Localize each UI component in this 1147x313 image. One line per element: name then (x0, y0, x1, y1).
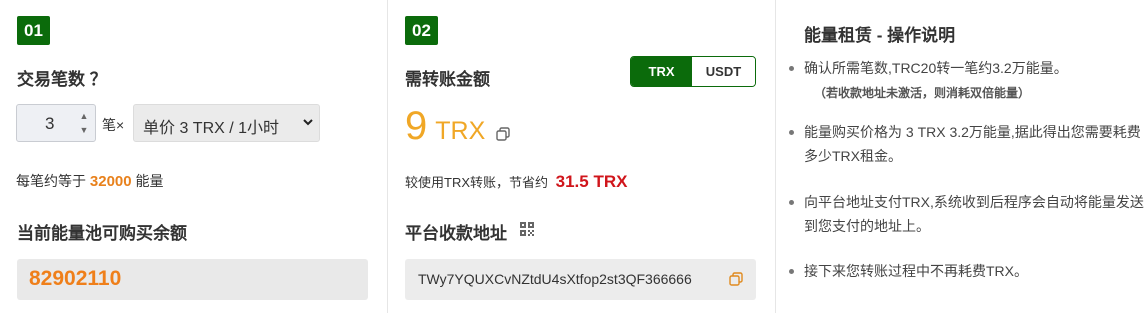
list-item-text: 能量购买价格为 3 TRX 3.2万能量,据此得出您需要耗费多少TRX租金。 (804, 124, 1141, 164)
dropdown-arrow-icon (303, 119, 313, 126)
pool-balance-value: 82902110 (29, 267, 122, 290)
energy-value: 32000 (89, 173, 132, 190)
toggle-usdt[interactable]: USDT (692, 57, 755, 86)
savings-prefix: 较使用TRX转账，节省约 (405, 175, 549, 190)
quantity-panel: 01 交易笔数 ？ 3 ▲ ▼ 笔× 单价 3 TRX / 1小时 每笔约等于 … (0, 0, 386, 313)
list-item: 能量购买价格为 3 TRX 3.2万能量,据此得出您需要耗费多少TRX租金。 (789, 120, 1144, 168)
spinner-down-icon[interactable]: ▼ (79, 124, 89, 136)
quantity-value: 3 (45, 114, 55, 133)
list-item-text: 向平台地址支付TRX,系统收到后程序会自动将能量发送到您支付的地址上。 (804, 194, 1144, 234)
bullet-icon (789, 200, 794, 205)
address-value: TWy7YQUXCvNZtdU4sXtfop2st3QF366666 (418, 271, 692, 287)
energy-note-prefix: 每笔约等于 (16, 173, 86, 189)
toggle-trx[interactable]: TRX (631, 57, 692, 86)
step-badge-2: 02 (405, 16, 438, 45)
quantity-title: 交易笔数 ？ (17, 70, 107, 89)
list-item-text: 确认所需笔数,TRC20转一笔约3.2万能量。 (804, 60, 1068, 76)
bullet-icon (789, 66, 794, 71)
price-select-value: 单价 3 TRX / 1小时 (143, 120, 280, 137)
address-box: TWy7YQUXCvNZtdU4sXtfop2st3QF366666 (405, 259, 756, 300)
savings-note: 较使用TRX转账，节省约 31.5 TRX (405, 172, 627, 192)
pool-title: 当前能量池可购买余额 (17, 224, 187, 243)
qr-code-icon[interactable] (520, 222, 534, 236)
pool-balance-box: 82902110 (17, 259, 368, 300)
spinner-up-icon[interactable]: ▲ (79, 110, 89, 122)
bullet-icon (789, 269, 794, 274)
instructions-panel: 能量租赁 - 操作说明 确认所需笔数,TRC20转一笔约3.2万能量。 （若收款… (775, 0, 1147, 313)
savings-value: 31.5 TRX (555, 172, 628, 191)
bullet-icon (789, 130, 794, 135)
step-badge-1: 01 (17, 16, 50, 45)
list-item-note: （若收款地址未激活，则消耗双倍能量） (814, 86, 1031, 100)
amount-unit: TRX (435, 117, 486, 145)
unit-label: 笔× (102, 117, 125, 133)
amount-value: 9 (405, 104, 428, 148)
copy-icon[interactable] (496, 127, 510, 141)
price-select[interactable]: 单价 3 TRX / 1小时 (133, 104, 320, 142)
amount-panel: 02 需转账金额 TRX USDT 9 TRX 较使用TRX转账，节省约 31.5… (387, 0, 775, 313)
instructions-title: 能量租赁 - 操作说明 (804, 26, 956, 45)
amount-title: 需转账金额 (405, 70, 490, 89)
energy-note: 每笔约等于 32000 能量 (16, 171, 164, 191)
quantity-stepper[interactable]: 3 ▲ ▼ (16, 104, 96, 142)
list-item: 向平台地址支付TRX,系统收到后程序会自动将能量发送到您支付的地址上。 (789, 190, 1144, 238)
transfer-amount: 9 TRX (405, 104, 485, 149)
copy-icon[interactable] (729, 272, 743, 286)
address-title: 平台收款地址 (405, 224, 507, 243)
list-item: 接下来您转账过程中不再耗费TRX。 (789, 259, 1144, 283)
currency-toggle: TRX USDT (630, 56, 756, 87)
list-item-text: 接下来您转账过程中不再耗费TRX。 (804, 263, 1028, 279)
list-item: 确认所需笔数,TRC20转一笔约3.2万能量。 （若收款地址未激活，则消耗双倍能… (789, 56, 1144, 106)
energy-note-suffix: 能量 (135, 173, 164, 189)
